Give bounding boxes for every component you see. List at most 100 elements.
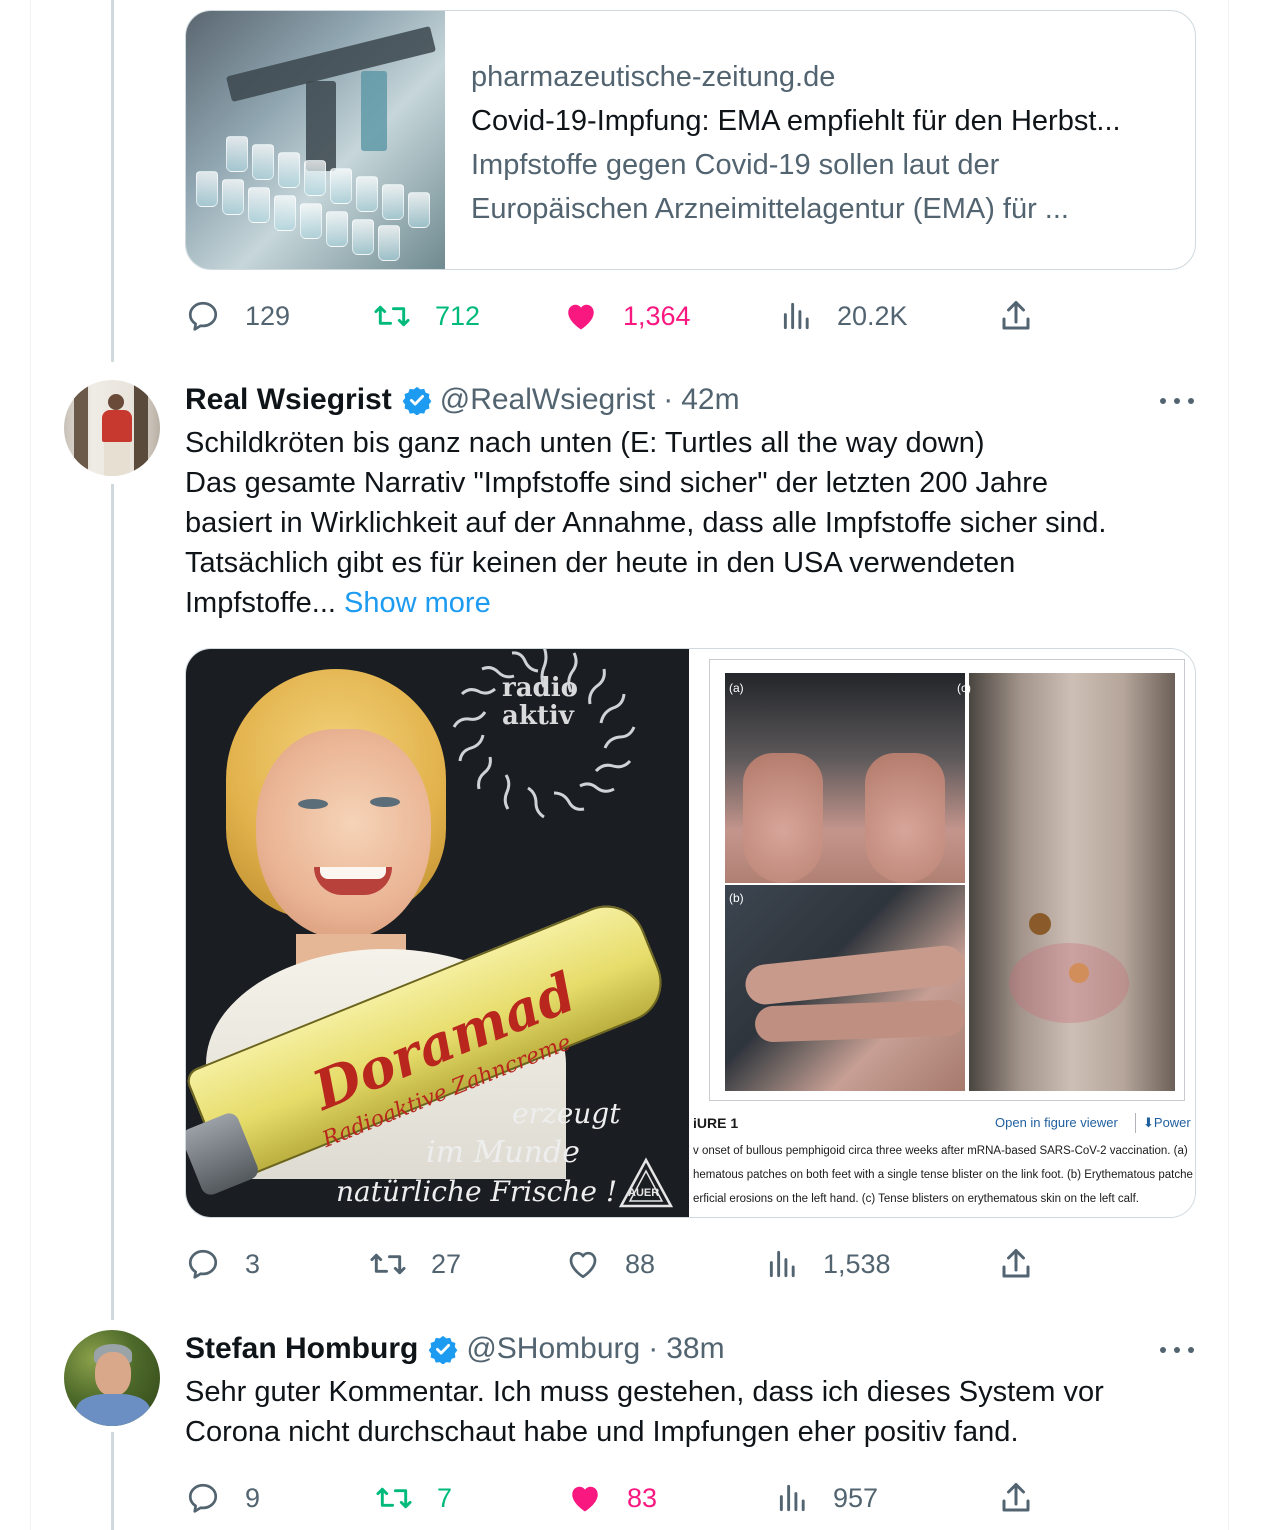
share-button[interactable] [998,296,1034,336]
powerpoint-link[interactable]: ⬇Power [1143,1115,1191,1131]
ad-burst-text: aktiv [502,701,574,731]
link-preview-card[interactable]: pharmazeutische-zeitung.de Covid-19-Impf… [185,10,1196,270]
views-icon [769,1250,795,1278]
reply-count: 129 [245,300,291,331]
heart-filled-icon [568,304,594,330]
share-icon [1002,301,1030,330]
avatar[interactable] [64,1330,160,1426]
auer-logo-icon [618,1157,674,1208]
like-button[interactable]: 83 [567,1478,657,1518]
tweet-text-line: Sehr guter Kommentar. Ich muss gestehen,… [185,1376,1104,1408]
figure-label: (a) [729,681,744,695]
views-button[interactable]: 957 [777,1478,878,1518]
tweet-actions: 129 712 1,364 20.2K [185,296,1065,336]
reply-button[interactable]: 9 [185,1478,260,1518]
heart-filled-icon [572,1486,598,1512]
figure-label: (c) [957,681,971,695]
share-button[interactable] [998,1478,1034,1518]
more-options-icon[interactable] [1160,391,1194,411]
link-description: Europäischen Arzneimittelagentur (EMA) f… [471,193,1069,225]
verified-badge-icon [402,385,432,415]
reply-count: 9 [245,1482,261,1513]
retweet-button[interactable]: 27 [369,1244,461,1284]
timeline-right-border [1228,0,1229,1530]
figure-panel-c [969,673,1175,1091]
media-image-medical-figure[interactable]: (a) (b) (c) iURE 1 Open in figure viewer… [689,649,1195,1217]
retweet-count: 712 [435,300,481,331]
views-count: 957 [833,1482,879,1513]
tweet-text: Sehr guter Kommentar. Ich muss gestehen,… [185,1372,1195,1452]
tweet-text-line: Corona nicht durchschaut habe und Impfun… [185,1416,1019,1448]
show-more-link[interactable]: Show more [344,587,491,619]
thread-connector-line [111,0,114,362]
link-domain: pharmazeutische-zeitung.de [471,61,836,93]
views-icon [783,302,809,330]
figure-panel-b [725,885,967,1091]
timeline-left-border [30,0,31,1530]
ad-burst-text: radio [502,673,578,703]
tweet-header: Stefan Homburg @SHomburg · 38m [185,1329,725,1369]
retweet-icon [370,1253,406,1275]
reply-icon [188,1483,218,1513]
tweet-actions: 9 7 83 957 [185,1478,1065,1518]
author-name[interactable]: Stefan Homburg [185,1332,418,1366]
like-count: 88 [625,1248,656,1279]
more-options-icon[interactable] [1160,1340,1194,1360]
tweet-text-line: basiert in Wirklichkeit auf der Annahme,… [185,507,1107,539]
figure-label: (b) [729,891,744,905]
reply-count: 3 [245,1248,261,1279]
share-icon [1002,1249,1030,1278]
link-preview-thumbnail [186,11,445,269]
tweet-timestamp[interactable]: 38m [666,1332,724,1366]
thread-connector-line [111,1432,114,1530]
tweet-text: Schildkröten bis ganz nach unten (E: Tur… [185,423,1195,623]
link-description: Impfstoffe gegen Covid-19 sollen laut de… [471,149,1000,181]
figure-caption-line: v onset of bullous pemphigoid circa thre… [693,1145,1188,1157]
author-handle[interactable]: @RealWsiegrist [440,383,656,417]
retweet-icon [376,1487,412,1509]
reply-icon [188,301,218,331]
tweet-text-line: Tatsächlich gibt es für keinen der heute… [185,547,1016,579]
retweet-button[interactable]: 7 [375,1478,452,1518]
ad-slogan: erzeugt [512,1097,621,1130]
reply-button[interactable]: 129 [185,296,290,336]
tweet-media[interactable]: radio aktiv Doramad Radioaktive Zahncrem… [185,648,1196,1218]
media-image-doramad-ad[interactable]: radio aktiv Doramad Radioaktive Zahncrem… [186,649,689,1217]
link-title: Covid-19-Impfung: EMA empfiehlt für den … [471,105,1121,137]
ad-logo-text: AUER [628,1187,660,1199]
verified-badge-icon [428,1334,458,1364]
tweet-text-line: Schildkröten bis ganz nach unten (E: Tur… [185,427,985,459]
figure-caption-line: erficial erosions on the left hand. (c) … [693,1193,1139,1205]
tweet-actions: 3 27 88 1,538 [185,1244,1065,1284]
views-button[interactable]: 1,538 [767,1244,891,1284]
separator-dot: · [648,1332,659,1365]
like-button[interactable]: 88 [565,1244,655,1284]
figure-panel-a [725,673,965,883]
heart-outline-icon [569,1251,597,1279]
tweet-text-line: Das gesamte Narrativ "Impfstoffe sind si… [185,467,1049,499]
separator-dot: · [663,383,674,416]
ad-slogan: natürliche Frische ! [336,1175,618,1208]
author-name[interactable]: Real Wsiegrist [185,383,392,417]
retweet-icon [374,305,410,327]
retweet-button[interactable]: 712 [373,296,480,336]
retweet-count: 7 [437,1482,453,1513]
reply-icon [188,1249,218,1279]
author-handle[interactable]: @SHomburg [466,1332,640,1366]
like-count: 1,364 [623,300,691,331]
open-figure-viewer-link[interactable]: Open in figure viewer [995,1115,1118,1130]
figure-caption-line: hematous patches on both feet with a sin… [693,1169,1193,1181]
tweet-text-line: Impfstoffe... [185,587,336,619]
like-button[interactable]: 1,364 [563,296,691,336]
reply-button[interactable]: 3 [185,1244,260,1284]
views-icon [779,1484,805,1512]
views-button[interactable]: 20.2K [781,296,908,336]
tweet-timestamp[interactable]: 42m [681,383,739,417]
ad-slogan: im Munde [426,1135,580,1170]
figure-title: iURE 1 [693,1115,739,1131]
share-button[interactable] [998,1244,1034,1284]
share-icon [1002,1483,1030,1512]
views-count: 1,538 [823,1248,891,1279]
avatar[interactable] [64,380,160,476]
views-count: 20.2K [837,300,908,331]
